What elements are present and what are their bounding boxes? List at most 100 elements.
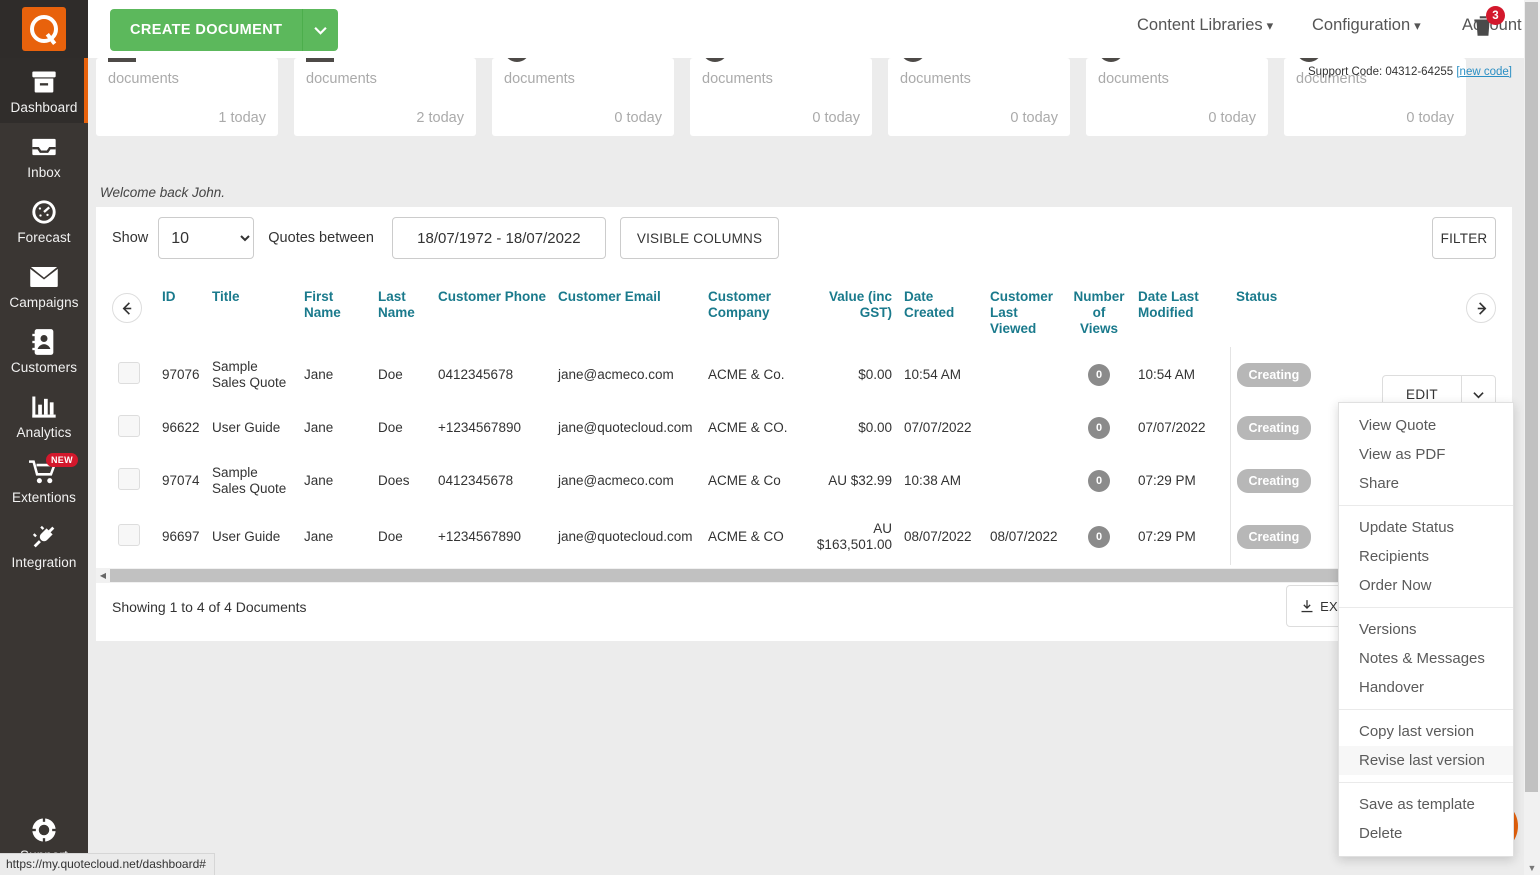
column-header[interactable]: ID [156,269,206,347]
column-header[interactable]: Value (inc GST) [802,269,898,347]
sidebar-item-label: Extentions [0,490,88,506]
stats-card[interactable]: documents0 today [492,58,674,136]
stats-card[interactable]: documents0 today [888,58,1070,136]
stats-card[interactable]: documents0 today [690,58,872,136]
column-header[interactable]: Status [1230,269,1410,347]
create-document-button[interactable]: CREATE DOCUMENT [110,9,338,51]
card-today-count: 1 today [218,110,266,126]
cell-value: AU $32.99 [802,453,898,509]
column-header[interactable]: Date Created [898,269,984,347]
sidebar-item-extentions[interactable]: NEWExtentions [0,448,88,513]
cell-customer-company: ACME & Co [702,453,802,509]
sidebar-item-forecast[interactable]: Forecast [0,188,88,253]
cell-number-of-views: 0 [1066,347,1132,403]
visible-columns-button[interactable]: VISIBLE COLUMNS [620,217,779,259]
row-checkbox-cell[interactable] [112,509,156,565]
menu-item-update-status[interactable]: Update Status [1339,513,1513,542]
cell-last-name: Doe [372,347,432,403]
sidebar-item-customers[interactable]: Customers [0,318,88,383]
column-header[interactable]: First Name [298,269,372,347]
table-row[interactable]: 97074Sample Sales QuoteJaneDoes041234567… [112,453,1496,509]
menu-item-recipients[interactable]: Recipients [1339,542,1513,571]
date-range-input[interactable]: 18/07/1972 - 18/07/2022 [392,217,606,259]
table-row[interactable]: 96622User GuideJaneDoe+1234567890jane@qu… [112,403,1496,453]
cell-customer-phone: +1234567890 [432,403,552,453]
cell-customer-email: jane@acmeco.com [552,453,702,509]
showing-count: Showing 1 to 4 of 4 Documents [112,599,307,615]
nav-configuration-label: Configuration [1312,16,1410,34]
show-entries-select[interactable]: 102550100 [158,217,254,259]
cell-first-name: Jane [298,403,372,453]
sidebar-item-dashboard[interactable]: Dashboard [0,58,88,123]
card-documents-label: documents [1098,71,1169,87]
stats-card[interactable]: documents1 today [96,58,278,136]
cell-last-viewed [984,403,1066,453]
sidebar-item-campaigns[interactable]: Campaigns [0,253,88,318]
column-header[interactable]: Customer Last Viewed [984,269,1066,347]
nav-content-libraries[interactable]: Content Libraries▾ [1137,16,1273,35]
menu-item-versions[interactable]: Versions [1339,615,1513,644]
menu-item-copy-last-version[interactable]: Copy last version [1339,717,1513,746]
table-scroll-right-button[interactable] [1466,293,1496,323]
menu-item-view-quote[interactable]: View Quote [1339,411,1513,440]
table-horizontal-scrollbar[interactable]: ◀ ▶ [96,568,1512,583]
menu-item-save-as-template[interactable]: Save as template [1339,790,1513,819]
column-header[interactable]: Last Name [372,269,432,347]
page-scrollbar-thumb[interactable] [1525,2,1538,792]
column-header[interactable]: Number of Views [1066,269,1132,347]
sidebar-item-integration[interactable]: Integration [0,513,88,578]
stats-card[interactable]: documents2 today [294,58,476,136]
new-code-link[interactable]: [new code] [1456,66,1512,78]
cell-number-of-views: 0 [1066,403,1132,453]
sidebar-item-label: Analytics [0,425,88,441]
cell-number-of-views: 0 [1066,509,1132,565]
documents-table: IDTitleFirst NameLast NameCustomer Phone… [112,269,1496,565]
table-row[interactable]: 96697User GuideJaneDoe+1234567890jane@qu… [112,509,1496,565]
menu-separator [1339,782,1513,783]
sidebar-item-analytics[interactable]: Analytics [0,383,88,448]
row-checkbox[interactable] [118,468,140,490]
row-checkbox[interactable] [118,415,140,437]
row-checkbox-cell[interactable] [112,403,156,453]
trash-button[interactable]: 3 [1470,12,1496,45]
views-badge: 0 [1088,364,1110,386]
menu-item-order-now[interactable]: Order Now [1339,571,1513,600]
menu-item-view-as-pdf[interactable]: View as PDF [1339,440,1513,469]
cell-last-viewed: 08/07/2022 [984,509,1066,565]
row-checkbox-cell[interactable] [112,453,156,509]
menu-item-handover[interactable]: Handover [1339,673,1513,702]
inbox-icon [0,132,88,162]
column-header[interactable]: Date Last Modified [1132,269,1230,347]
scrollbar-thumb[interactable] [110,569,1440,582]
table-scroll-left-button[interactable] [112,293,142,323]
sidebar-item-label: Forecast [0,230,88,246]
page-scroll-down-arrow[interactable]: ▼ [1524,863,1540,873]
column-header[interactable]: Customer Email [552,269,702,347]
nav-configuration[interactable]: Configuration▾ [1312,16,1421,35]
menu-item-share[interactable]: Share [1339,469,1513,498]
row-checkbox[interactable] [118,524,140,546]
arrow-left-icon [120,301,135,316]
filter-button[interactable]: FILTER [1432,217,1496,259]
row-checkbox-cell[interactable] [112,347,156,403]
table-row[interactable]: 97076Sample Sales QuoteJaneDoe0412345678… [112,347,1496,403]
app-logo[interactable] [0,0,88,58]
column-header[interactable]: Title [206,269,298,347]
row-actions-context-menu: View QuoteView as PDFShareUpdate StatusR… [1338,402,1514,857]
cell-first-name: Jane [298,509,372,565]
sidebar-item-inbox[interactable]: Inbox [0,123,88,188]
views-badge: 0 [1088,470,1110,492]
chevron-down-icon[interactable] [302,9,338,51]
menu-item-delete[interactable]: Delete [1339,819,1513,848]
column-header[interactable]: Customer Phone [432,269,552,347]
plug-icon [0,522,88,552]
card-today-count: 0 today [1010,110,1058,126]
menu-item-revise-last-version[interactable]: Revise last version [1339,746,1513,775]
row-checkbox[interactable] [118,362,140,384]
card-today-count: 0 today [1406,110,1454,126]
menu-item-notes-messages[interactable]: Notes & Messages [1339,644,1513,673]
column-header[interactable]: Customer Company [702,269,802,347]
stats-card[interactable]: documents0 today [1086,58,1268,136]
page-scrollbar[interactable]: ▼ [1524,0,1540,875]
scrollbar-left-arrow[interactable]: ◀ [96,571,110,580]
